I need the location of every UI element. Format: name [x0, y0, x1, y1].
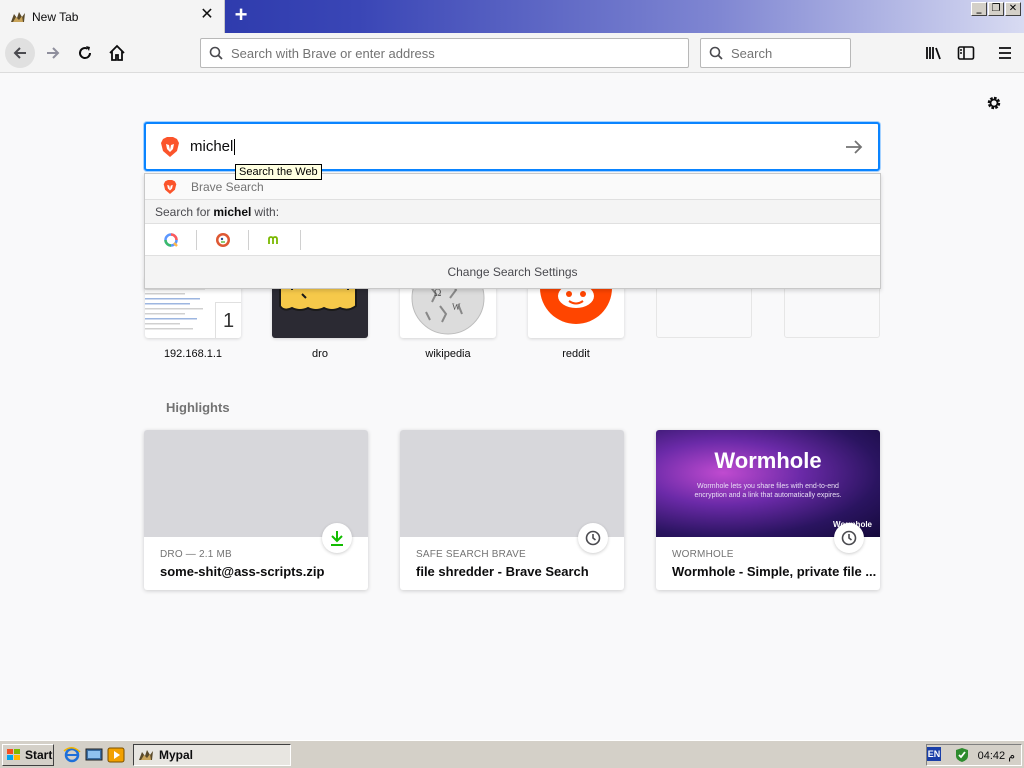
tab-new-tab[interactable]: New Tab ✕ [0, 0, 225, 33]
search-suggestions-dropdown: Brave Search Search for michel with: Cha… [144, 173, 881, 289]
highlight-card-badge [834, 523, 864, 553]
search-for-suffix: with: [254, 204, 280, 219]
one-off-search-engines [145, 224, 880, 256]
clock-icon [585, 530, 601, 546]
change-search-settings-button[interactable]: Change Search Settings [145, 256, 880, 288]
media-player-icon[interactable] [107, 746, 125, 764]
top-site-label: 192.168.1.1 [163, 348, 223, 360]
system-tray: 04:42 م [926, 744, 1022, 766]
clock-icon [841, 530, 857, 546]
url-placeholder: Search with Brave or enter address [231, 45, 435, 61]
library-icon [926, 47, 941, 60]
highlight-card-meta: SAFE SEARCH BRAVE [416, 549, 526, 560]
minimize-button[interactable]: _ [971, 2, 987, 16]
clock: 04:42 م [977, 749, 1015, 762]
taskbar: Start Mypal EN 04:42 م [0, 740, 1024, 768]
back-button[interactable] [5, 38, 35, 68]
url-bar[interactable]: Search with Brave or enter address [200, 38, 689, 68]
wormhole-image-subtitle: Wormhole lets you share files with end-t… [694, 483, 842, 499]
library-button[interactable] [920, 39, 948, 67]
highlight-card[interactable]: SAFE SEARCH BRAVE file shredder - Brave … [400, 430, 624, 590]
tab-strip: New Tab ✕ + _ ❐ ✕ [0, 0, 1024, 33]
engine-button-mojeek[interactable] [249, 229, 301, 250]
search-query-text: michel [190, 138, 234, 155]
home-icon [109, 44, 125, 61]
highlight-card[interactable]: Wormhole Wormhole lets you share files w… [656, 430, 880, 590]
show-desktop-icon[interactable] [85, 746, 103, 764]
highlight-card[interactable]: DRO — 2.1 MB some-shit@ass-scripts.zip [144, 430, 368, 590]
brave-lion-icon [161, 136, 179, 157]
hamburger-menu-icon [999, 47, 1011, 59]
sidebar-icon [957, 46, 975, 60]
forward-button[interactable] [39, 39, 67, 67]
text-cursor [234, 138, 236, 155]
top-site-label: dro [312, 348, 328, 360]
highlight-card-image [400, 430, 624, 537]
search-icon [709, 46, 723, 60]
new-tab-button[interactable]: + [229, 4, 253, 28]
highlight-card-image [144, 430, 368, 537]
mojeek-icon [267, 235, 278, 244]
search-bar[interactable]: Search [700, 38, 851, 68]
svg-text:Ω: Ω [434, 288, 441, 299]
mypal-favicon-icon [139, 750, 153, 760]
top-site-number-badge: 1 [215, 302, 241, 338]
customize-button[interactable] [985, 94, 1003, 112]
sidebar-button[interactable] [952, 39, 980, 67]
menu-button[interactable] [991, 39, 1019, 67]
top-site-label: wikipedia [425, 348, 471, 360]
highlight-card-image: Wormhole Wormhole lets you share files w… [656, 430, 880, 537]
gear-icon [987, 96, 1001, 110]
brave-lion-icon [163, 179, 177, 194]
search-placeholder: Search [731, 45, 773, 61]
engine-button-qwant[interactable] [145, 229, 197, 250]
internet-explorer-icon[interactable] [63, 746, 81, 764]
highlight-card-badge [578, 523, 608, 553]
windows-logo-icon [7, 749, 20, 760]
change-search-settings-label: Change Search Settings [447, 265, 578, 279]
svg-text:W: W [452, 302, 461, 312]
highlight-card-badge [322, 523, 352, 553]
highlight-card-meta: DRO — 2.1 MB [160, 549, 232, 560]
forward-arrow-icon [47, 47, 60, 59]
duckduckgo-icon [215, 232, 230, 247]
home-button[interactable] [103, 39, 131, 67]
close-tab-icon[interactable]: ✕ [200, 7, 214, 23]
highlight-card-title: some-shit@ass-scripts.zip [160, 564, 325, 579]
wormhole-image-title: Wormhole [714, 448, 822, 473]
suggestion-engine-name: Brave Search [191, 179, 264, 194]
taskbar-item-mypal[interactable]: Mypal [133, 744, 291, 766]
engine-button-duckduckgo[interactable] [197, 229, 249, 250]
security-shield-icon[interactable] [954, 747, 970, 763]
taskbar-item-label: Mypal [159, 748, 194, 762]
highlight-card-title: Wormhole - Simple, private file ... [672, 564, 877, 579]
download-icon [331, 531, 343, 546]
reload-button[interactable] [71, 39, 99, 67]
navigation-toolbar: Search with Brave or enter address Searc… [0, 33, 1024, 73]
search-for-prefix: Search for [155, 204, 211, 219]
close-window-button[interactable]: ✕ [1005, 2, 1021, 16]
search-for-term: michel [213, 204, 252, 219]
window-controls: _ ❐ ✕ [971, 2, 1021, 16]
tooltip: Search the Web [235, 164, 322, 180]
tab-title: New Tab [32, 9, 79, 24]
search-for-header: Search for michel with: [145, 200, 880, 224]
back-arrow-icon [13, 47, 26, 59]
highlights-heading: Highlights [166, 400, 230, 415]
start-label: Start [25, 748, 53, 762]
start-button[interactable]: Start [2, 744, 54, 766]
search-go-arrow-icon[interactable] [844, 138, 864, 156]
highlight-card-meta: WORMHOLE [672, 549, 734, 560]
mypal-favicon-icon [11, 11, 25, 22]
highlight-card-title: file shredder - Brave Search [416, 564, 589, 579]
qwant-icon [163, 232, 178, 247]
restore-button[interactable]: ❐ [988, 2, 1004, 16]
search-icon [209, 46, 223, 60]
reload-icon [79, 46, 92, 59]
top-site-label: reddit [562, 348, 590, 360]
new-tab-page: michel Search the Web Brave Search Searc… [0, 74, 1024, 740]
